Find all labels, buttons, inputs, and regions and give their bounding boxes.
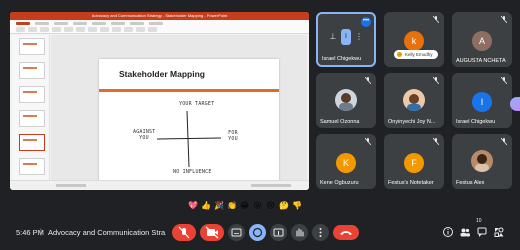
captions-button[interactable]: [228, 224, 245, 241]
reaction-surprised[interactable]: 😮: [253, 201, 262, 210]
shared-screen: Advocacy and Communication Strategy - St…: [10, 12, 309, 190]
call-controls: [172, 224, 359, 241]
current-slide: Stakeholder Mapping YOUR TARGET AGAINST …: [99, 59, 279, 183]
participant-name: AUGUSTA NCHETA: [456, 58, 506, 64]
reaction-clap[interactable]: 👏: [227, 201, 237, 210]
slide-thumbnail: [19, 110, 45, 127]
captions-icon: [231, 228, 242, 237]
meeting-details-button[interactable]: [442, 225, 454, 237]
slide-thumbnail: [19, 158, 45, 175]
participant-name: Festus's Notetaker: [388, 180, 434, 186]
mic-off-icon: [501, 77, 507, 84]
slide-thumbnails: [12, 35, 50, 180]
speaking-indicator-icon: •••: [361, 17, 371, 27]
mic-off-icon: [433, 138, 439, 145]
powerpoint-ribbon: [10, 20, 309, 34]
activities-button[interactable]: [493, 225, 505, 237]
participant-avatar: K: [336, 153, 356, 173]
mic-off-icon: [365, 77, 371, 84]
tile-hover-controls: ⊥ I ⋮: [327, 26, 365, 48]
mic-off-icon: [433, 77, 439, 84]
mic-off-icon: [501, 16, 507, 23]
quadrant-label-top: YOUR TARGET: [179, 101, 215, 107]
participant-tile[interactable]: F Festus's Notetaker: [384, 134, 444, 189]
raise-hand-button[interactable]: [291, 224, 308, 241]
info-icon: [443, 227, 453, 237]
participant-avatar: F: [404, 153, 424, 173]
participant-tile[interactable]: Festus Alex: [452, 134, 512, 189]
reaction-thinking[interactable]: 🤔: [279, 201, 289, 210]
participant-photo: [471, 150, 493, 172]
participant-name: Israel Chigekwu: [456, 119, 496, 125]
more-vert-icon[interactable]: ⋮: [355, 32, 363, 42]
participant-tile[interactable]: ⊥ I ⋮ ••• Israel Chigekwu: [316, 12, 376, 67]
slide-thumbnail: [19, 38, 45, 55]
participant-name: Kene Ogbuzuru: [320, 180, 359, 186]
participant-avatar: I: [472, 92, 492, 112]
participant-name: Samuel Ozonna: [320, 119, 360, 125]
participant-tile[interactable]: Samuel Ozonna: [316, 73, 376, 128]
activities-icon[interactable]: [510, 97, 520, 111]
quadrant-label-right: FOR YOU: [228, 130, 238, 142]
participant-photo: [335, 89, 357, 111]
participant-tile[interactable]: Onyinyechi Joy N...: [384, 73, 444, 128]
participant-tile[interactable]: A AUGUSTA NCHETA: [452, 12, 512, 67]
chat-button[interactable]: [476, 225, 488, 237]
quadrant-axes: [156, 110, 222, 168]
mic-off-icon: [433, 16, 439, 23]
reaction-party[interactable]: 🎉: [214, 201, 224, 210]
present-icon: [252, 227, 263, 238]
participant-name: Israel Chigekwu: [322, 56, 362, 62]
reaction-thumbs-down[interactable]: 👎: [292, 201, 302, 210]
participant-avatar: k: [404, 31, 424, 51]
reaction-laugh[interactable]: 😂: [240, 201, 249, 210]
participant-tile[interactable]: k Kelly Emodhy: [384, 12, 444, 67]
camera-off-icon: [205, 226, 219, 239]
mic-off-icon: [178, 226, 190, 239]
activities-icon: [494, 227, 504, 237]
quadrant-label-left: AGAINST YOU: [133, 129, 156, 141]
mic-off-icon: [501, 138, 507, 145]
reaction-heart[interactable]: 💖: [188, 201, 198, 210]
meet-window: Advocacy and Communication Strategy - St…: [0, 0, 520, 250]
mic-toggle-button[interactable]: [172, 224, 196, 241]
meeting-title: Advocacy and Communication Stra...: [48, 228, 166, 237]
slide-thumbnail: [19, 86, 45, 103]
bottom-separator: |: [40, 227, 42, 236]
pin-icon[interactable]: ⊥: [329, 32, 337, 42]
participant-photo: [403, 89, 425, 111]
reaction-sad[interactable]: 😢: [266, 201, 275, 210]
powerpoint-title-bar: Advocacy and Communication Strategy - St…: [10, 12, 309, 20]
more-options-button[interactable]: [312, 224, 329, 241]
more-options-icon: [319, 228, 322, 237]
people-button[interactable]: [459, 225, 471, 237]
chat-icon: [477, 227, 487, 237]
slide-thumbnail: [19, 62, 45, 79]
mic-off-icon: [365, 138, 371, 145]
slide-canvas: Stakeholder Mapping YOUR TARGET AGAINST …: [51, 35, 307, 183]
participant-name: Onyinyechi Joy N...: [388, 119, 436, 125]
side-panel-buttons: [442, 225, 505, 237]
participant-avatar: I: [341, 29, 351, 45]
camera-toggle-button[interactable]: [200, 224, 224, 241]
quadrant-label-bottom: NO INFLUENCE: [173, 169, 212, 175]
participant-tile[interactable]: K Kene Ogbuzuru: [316, 134, 376, 189]
share-screen-icon: [273, 228, 284, 237]
participant-name: Festus Alex: [456, 180, 485, 186]
share-screen-button[interactable]: [270, 224, 287, 241]
powerpoint-status-bar: [10, 180, 309, 190]
leave-call-button[interactable]: [333, 225, 359, 240]
present-button[interactable]: [249, 224, 266, 241]
people-icon: [460, 228, 470, 237]
slide-thumbnail-selected: [19, 134, 45, 151]
participant-tile[interactable]: I Israel Chigekwu: [452, 73, 512, 128]
reaction-thumbs-up[interactable]: 👍: [201, 201, 211, 210]
reactions-bar: 💖 👍 🎉 👏 😂 😮 😢 🤔 👎: [188, 201, 302, 210]
participant-name-pill: Kelly Emodhy: [394, 50, 438, 59]
hangup-icon: [340, 231, 352, 235]
raise-hand-icon: [296, 228, 304, 237]
participant-count-badge: 10: [476, 218, 482, 224]
participant-avatar: A: [472, 31, 492, 51]
